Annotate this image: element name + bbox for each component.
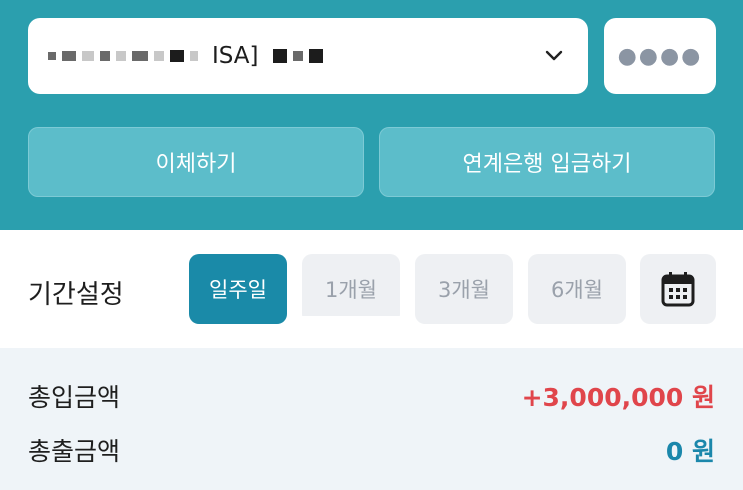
linked-bank-deposit-label: 연계은행 입금하기 <box>462 152 632 177</box>
masked-pixel <box>154 51 164 61</box>
transaction-summary: 총입금액 +3,000,000 원 총출금액 0 원 <box>0 348 743 490</box>
masked-pixel <box>48 52 56 60</box>
masked-pixel <box>100 51 110 61</box>
period-option-label: 1개월 <box>324 278 377 302</box>
masked-pixel <box>62 51 76 61</box>
masked-pixel <box>292 51 303 61</box>
transfer-button-label: 이체하기 <box>155 152 237 177</box>
linked-bank-deposit-button[interactable]: 연계은행 입금하기 <box>379 127 715 197</box>
masked-pixel <box>170 50 184 62</box>
account-number-masked: ISA] <box>48 43 540 69</box>
calendar-button[interactable] <box>640 254 716 324</box>
masked-pixel <box>116 51 126 61</box>
account-name-visible: ISA] <box>212 43 259 69</box>
account-header: ISA] ●●●● 이체하기 연계은행 입금하기 <box>0 0 743 230</box>
period-option-1month[interactable]: 1개월 <box>302 254 400 324</box>
period-option-6months[interactable]: 6개월 <box>528 254 626 324</box>
masked-pixel <box>132 51 148 61</box>
account-select-dropdown[interactable]: ISA] <box>28 18 588 94</box>
period-label: 기간설정 <box>28 280 124 310</box>
deposit-total-value: +3,000,000 원 <box>521 383 715 412</box>
masked-pixel <box>308 49 323 63</box>
deposit-total-label: 총입금액 <box>28 383 121 412</box>
period-option-label: 일주일 <box>209 278 267 302</box>
masked-pixel <box>82 51 94 61</box>
pin-mask-text: ●●●● <box>617 43 703 69</box>
period-option-3months[interactable]: 3개월 <box>415 254 513 324</box>
chevron-down-icon[interactable] <box>540 42 568 70</box>
deposit-total-row: 총입금액 +3,000,000 원 <box>28 376 715 416</box>
withdraw-total-row: 총출금액 0 원 <box>28 430 715 470</box>
masked-pixel <box>190 51 198 61</box>
period-option-label: 3개월 <box>437 278 490 302</box>
redaction-smudge <box>296 316 406 346</box>
masked-pixel <box>272 49 287 63</box>
calendar-icon <box>661 272 695 307</box>
pin-masked-field[interactable]: ●●●● <box>604 18 716 94</box>
withdraw-total-value: 0 원 <box>665 437 715 466</box>
period-option-label: 6개월 <box>550 278 603 302</box>
transfer-button[interactable]: 이체하기 <box>28 127 364 197</box>
period-option-1week[interactable]: 일주일 <box>189 254 287 324</box>
withdraw-total-label: 총출금액 <box>28 437 121 466</box>
